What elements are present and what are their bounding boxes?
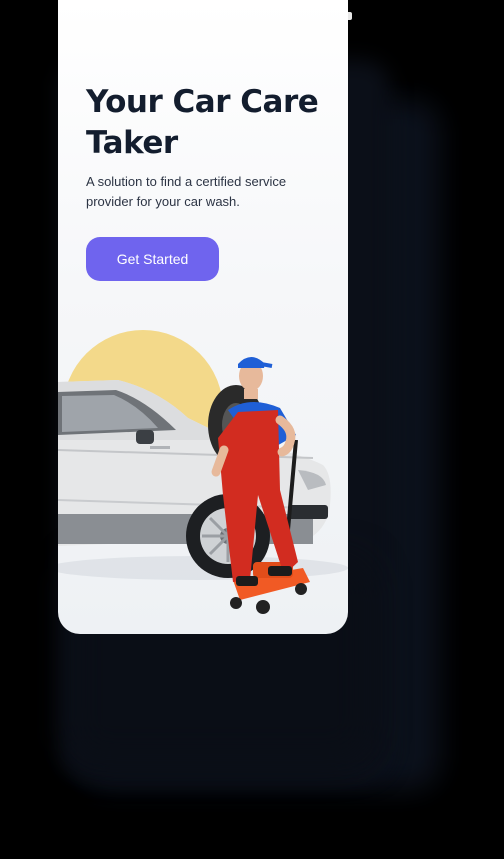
page-title: Your Car Care Taker bbox=[86, 84, 319, 161]
hero-illustration bbox=[58, 330, 348, 614]
page-subtitle: A solution to find a certified service p… bbox=[86, 174, 287, 209]
onboarding-screen: Your Car Care Taker A solution to find a… bbox=[58, 0, 348, 634]
get-started-button[interactable]: Get Started bbox=[86, 237, 219, 281]
